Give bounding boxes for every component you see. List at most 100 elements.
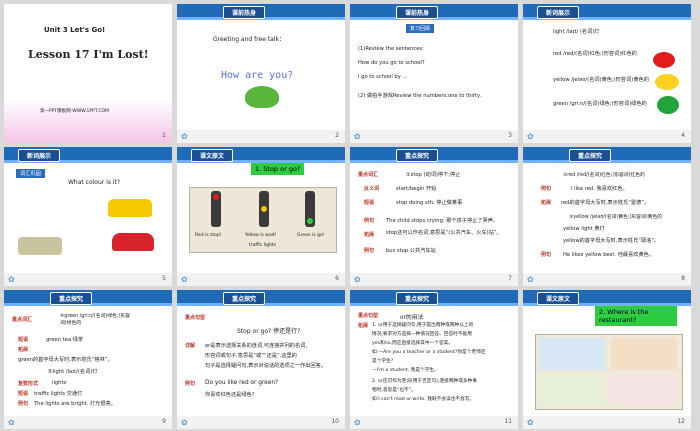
slide-11[interactable]: 重点探究 重点句型 or的用法 拓展 1. or用于选择疑问句,用于提出两种或两… xyxy=(350,290,518,429)
slide-6[interactable]: 课文原文 1. Stop or go? Red is stop! Yellow … xyxy=(177,147,345,286)
label-example-2: 例句 xyxy=(541,252,552,258)
or-line-9: 如:I can't read or write. 我既不会读也不会写。 xyxy=(372,397,475,402)
label-plural: 复数形式 xyxy=(18,381,39,387)
or-line-3: yes和no,而应直接选择其中一个答案。 xyxy=(372,341,454,346)
section-badge: 新词展示 xyxy=(537,6,580,19)
word-green-detail: ④green /ɡriːn/(名词)绿色;(形容词)绿色的 xyxy=(60,314,130,326)
label-example: 例句 xyxy=(364,218,375,224)
slide-footer-strip xyxy=(4,273,172,286)
section-badge: 重点探究 xyxy=(569,149,612,162)
phrase-traffic-lights: traffic lights 交通灯 xyxy=(34,391,83,397)
lesson-title: Lesson 17 I'm Lost! xyxy=(28,48,149,61)
key-sentence-tag: 重点句型 xyxy=(358,313,379,319)
section-badge: 课文原文 xyxy=(537,292,580,305)
slide-footer-strip xyxy=(523,130,691,143)
slide-9[interactable]: 重点探究 重点词汇 ④green /ɡriːn/(名词)绿色;(形容词)绿色的 … xyxy=(4,290,172,429)
slide-5[interactable]: 新词展示 词汇巩固 What colour is it? ✿ 5 xyxy=(4,147,172,286)
word-red: red /red/(名词)红色;(形容词)红色的 xyxy=(553,51,637,57)
key-vocab-tag: 重点词汇 xyxy=(358,172,379,178)
review-line-4: (2) 做拍手游戏Review the numbers:one to thirt… xyxy=(358,93,482,99)
label-phrase-2: 短语 xyxy=(18,391,29,397)
label-extension: 拓展 xyxy=(358,323,369,329)
caption-green: Green is go! xyxy=(297,233,325,238)
slide-footer-strip xyxy=(350,416,518,429)
flower-icon: ✿ xyxy=(354,132,361,141)
slide-1[interactable]: Unit 3 Let's Go! Lesson 17 I'm Lost! 第一P… xyxy=(4,4,172,143)
word-light-detail: ⑤light /laɪt/(名词)灯 xyxy=(48,369,98,375)
detail-line-1: or是表示选择关系的连词,可连接并列的名词、 xyxy=(205,343,311,349)
example-question: Do you like red or green? xyxy=(205,380,279,386)
comic-panel-4 xyxy=(611,374,677,404)
page-number: 4 xyxy=(681,132,685,139)
yellow-taxi-image xyxy=(108,199,152,217)
slide-3[interactable]: 课前热身 复习回顾 (1)Review the sentences: How d… xyxy=(350,4,518,143)
flower-icon: ✿ xyxy=(354,275,361,284)
or-line-6: —I'm a student. 我是个学生。 xyxy=(372,368,439,373)
slide-footer-strip xyxy=(523,273,691,286)
greeting-text: Greeting and free talk： xyxy=(213,36,286,43)
slide-7[interactable]: 重点探究 重点词汇 ①stop (动词)停下;停止 反义词 start/begi… xyxy=(350,147,518,286)
lesson-part-title: 1. Stop or go? xyxy=(251,163,305,175)
flower-icon: ✿ xyxy=(527,132,534,141)
word-stop: ①stop (动词)停下;停止 xyxy=(406,172,461,178)
page-number: 11 xyxy=(504,418,512,425)
page-number: 9 xyxy=(162,418,166,425)
flower-icon: ✿ xyxy=(527,418,534,427)
section-badge: 课前热身 xyxy=(223,6,266,19)
example-text-2: bus stop 公共汽车站 xyxy=(386,248,436,254)
flower-icon: ✿ xyxy=(181,132,188,141)
label-extension: 拓展 xyxy=(364,232,375,238)
label-phrase: 短语 xyxy=(18,337,29,343)
label-extension: 拓展 xyxy=(18,347,29,353)
yellow-lamp xyxy=(261,206,267,212)
antonym-text: start/begin 开始 xyxy=(396,186,437,192)
review-line-1: (1)Review the sentences: xyxy=(358,46,424,52)
review-line-3: I go to school by … xyxy=(358,74,408,80)
flower-icon: ✿ xyxy=(527,275,534,284)
extension-yellow: yellow的首字母大写时,表示姓氏“耶洛”。 xyxy=(563,238,660,244)
page-number: 8 xyxy=(681,275,685,282)
example-lights: The lights are bright. 灯光很亮。 xyxy=(34,401,116,407)
review-subtitle: 复习回顾 xyxy=(406,24,435,33)
section-badge: 重点探究 xyxy=(50,292,93,305)
slide-footer-strip xyxy=(177,416,345,429)
bus-image xyxy=(18,237,62,255)
slide-2[interactable]: 课前热身 Greeting and free talk： How are you… xyxy=(177,4,345,143)
red-lamp xyxy=(213,194,219,200)
page-number: 5 xyxy=(162,275,166,282)
caption-traffic-lights: traffic lights xyxy=(249,243,276,248)
slide-12[interactable]: 课文原文 2. Where is the restaurant? ✿ 12 xyxy=(523,290,691,429)
slide-4[interactable]: 新词展示 light /laɪt/ (名词)灯 red /red/(名词)红色;… xyxy=(523,4,691,143)
frog-image xyxy=(245,86,279,108)
footer-text: 第一PPT模板网-WWW.1PPT.COM xyxy=(40,109,110,114)
slide-8[interactable]: 重点探究 ②red /red/(名词)红色;(形容词)红色的 例句 I like… xyxy=(523,147,691,286)
page-number: 1 xyxy=(162,132,166,139)
phrase-text: stop doing sth. 停止做某事 xyxy=(396,200,463,206)
yellow-splash xyxy=(655,74,679,90)
comic-panel-3 xyxy=(539,374,605,404)
flower-icon: ✿ xyxy=(8,275,15,284)
extension-red: red的首字母大写时,表示姓氏“雷德”。 xyxy=(561,200,650,206)
lesson-part-title: 2. Where is the restaurant? xyxy=(595,306,677,326)
label-example: 例句 xyxy=(18,401,29,407)
slide-10[interactable]: 重点探究 重点句型 Stop or go? 停还是行? 详解 or是表示选择关系… xyxy=(177,290,345,429)
example-translation: 你喜欢红色还是绿色? xyxy=(205,392,255,398)
caption-yellow: Yellow is wait! xyxy=(245,233,277,238)
key-sentence: Stop or go? 停还是行? xyxy=(237,328,301,335)
slide-footer-strip xyxy=(350,273,518,286)
label-example-2: 例句 xyxy=(364,248,375,254)
red-car-image xyxy=(112,233,154,251)
page-number: 7 xyxy=(508,275,512,282)
example-red: I like red. 我喜欢红色。 xyxy=(571,186,628,192)
vocab-subtitle: 词汇巩固 xyxy=(16,169,45,178)
word-light: light /laɪt/ (名词)灯 xyxy=(553,29,600,35)
flower-icon: ✿ xyxy=(181,275,188,284)
caption-red: Red is stop! xyxy=(195,233,222,238)
or-line-4: 如:—Are you a teacher or a student?你是个老师还 xyxy=(372,350,486,355)
slide-footer-strip xyxy=(350,130,518,143)
section-badge: 新词展示 xyxy=(18,149,61,162)
label-example: 例句 xyxy=(185,381,196,387)
unit-title: Unit 3 Let's Go! xyxy=(44,26,106,34)
phrase-green-tea: green tea 绿茶 xyxy=(46,337,84,343)
label-detail: 详解 xyxy=(185,343,196,349)
